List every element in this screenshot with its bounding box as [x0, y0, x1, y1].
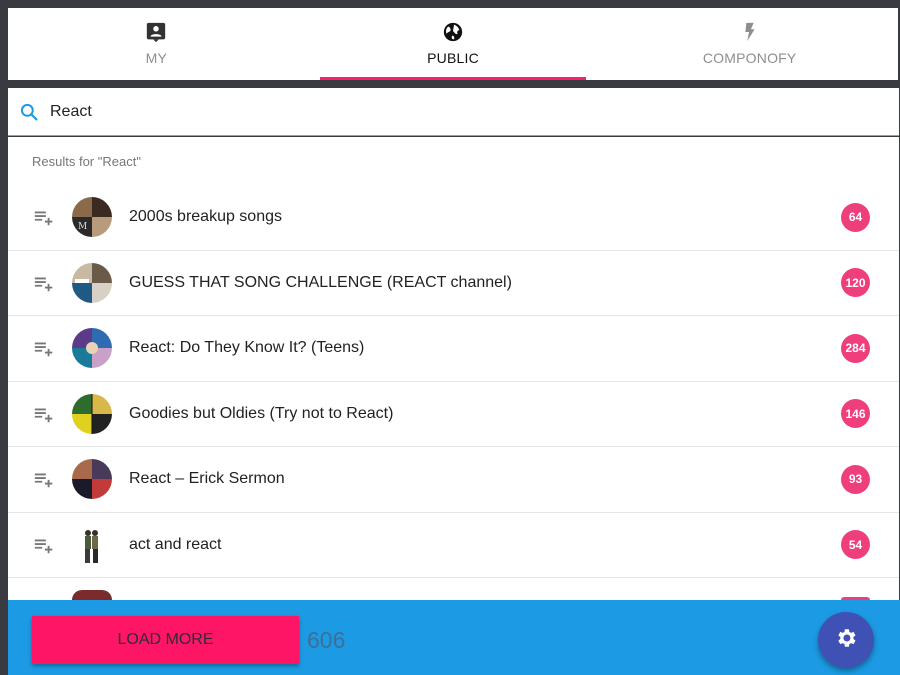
playlist-add-icon[interactable] [32, 205, 56, 229]
globe-icon [441, 20, 465, 44]
results-list: Results for "React" M 2000s breakup song… [8, 137, 899, 607]
track-count-badge: 284 [841, 333, 870, 363]
active-tab-indicator [320, 77, 586, 80]
list-item[interactable]: GUESS THAT SONG CHALLENGE (REACT channel… [8, 251, 899, 316]
tab-bar: MY PUBLIC COMPONOFY [8, 8, 898, 80]
total-results-count: 606 [307, 627, 346, 653]
playlist-cover [72, 262, 112, 303]
track-count-badge: 93 [841, 464, 870, 494]
list-item[interactable]: React: Do They Know It? (Teens) 284 [8, 316, 899, 382]
gear-icon [834, 626, 858, 655]
svg-text:M: M [78, 222, 87, 232]
playlist-title: 2000s breakup songs [129, 208, 282, 226]
footer-bar: LOAD MORE 606 [8, 600, 900, 675]
tab-my[interactable]: MY [8, 8, 305, 80]
playlist-cover [72, 459, 112, 500]
tab-my-label: MY [145, 50, 168, 66]
playlist-add-icon[interactable] [32, 271, 56, 295]
list-item[interactable]: act and react 54 [8, 513, 899, 578]
playlist-cover [72, 393, 112, 434]
track-count-badge: 120 [841, 268, 870, 298]
tab-componofy-label: COMPONOFY [702, 50, 797, 66]
playlist-add-icon[interactable] [32, 402, 56, 426]
list-item[interactable]: React – Erick Sermon 93 [8, 447, 899, 513]
account-box-icon [144, 20, 168, 44]
search-input[interactable] [50, 102, 830, 121]
tab-public[interactable]: PUBLIC [305, 8, 602, 80]
playlist-title: Goodies but Oldies (Try not to React) [129, 404, 394, 422]
playlist-title: React – Erick Sermon [129, 470, 285, 488]
playlist-cover [72, 328, 112, 369]
playlist-add-icon[interactable] [32, 467, 56, 491]
search-icon [18, 101, 40, 123]
playlist-title: React: Do They Know It? (Teens) [129, 339, 365, 357]
playlist-cover [72, 524, 112, 565]
tab-componofy[interactable]: COMPONOFY [601, 8, 898, 80]
settings-button[interactable] [818, 612, 874, 668]
playlist-add-icon[interactable] [32, 336, 56, 360]
results-header: Results for "React" [32, 153, 141, 169]
app-window: MY PUBLIC COMPONOFY React Results for "R… [0, 0, 900, 675]
list-item[interactable]: Goodies but Oldies (Try not to React) 14… [8, 382, 899, 447]
playlist-cover: M [72, 197, 112, 238]
track-count-badge: 146 [841, 399, 870, 429]
load-more-button[interactable]: LOAD MORE [32, 616, 299, 664]
track-count-badge: 64 [841, 202, 870, 232]
playlist-title: act and react [129, 535, 222, 553]
list-item[interactable]: M 2000s breakup songs 64 [8, 185, 899, 251]
tab-public-label: PUBLIC [427, 50, 479, 66]
partial-playlist-cover [72, 590, 112, 600]
playlist-title: GUESS THAT SONG CHALLENGE (REACT channel… [129, 273, 512, 291]
search-bar [8, 88, 899, 136]
track-count-badge: 54 [841, 530, 870, 560]
lightning-icon [738, 20, 762, 44]
playlist-add-icon[interactable] [32, 533, 56, 557]
